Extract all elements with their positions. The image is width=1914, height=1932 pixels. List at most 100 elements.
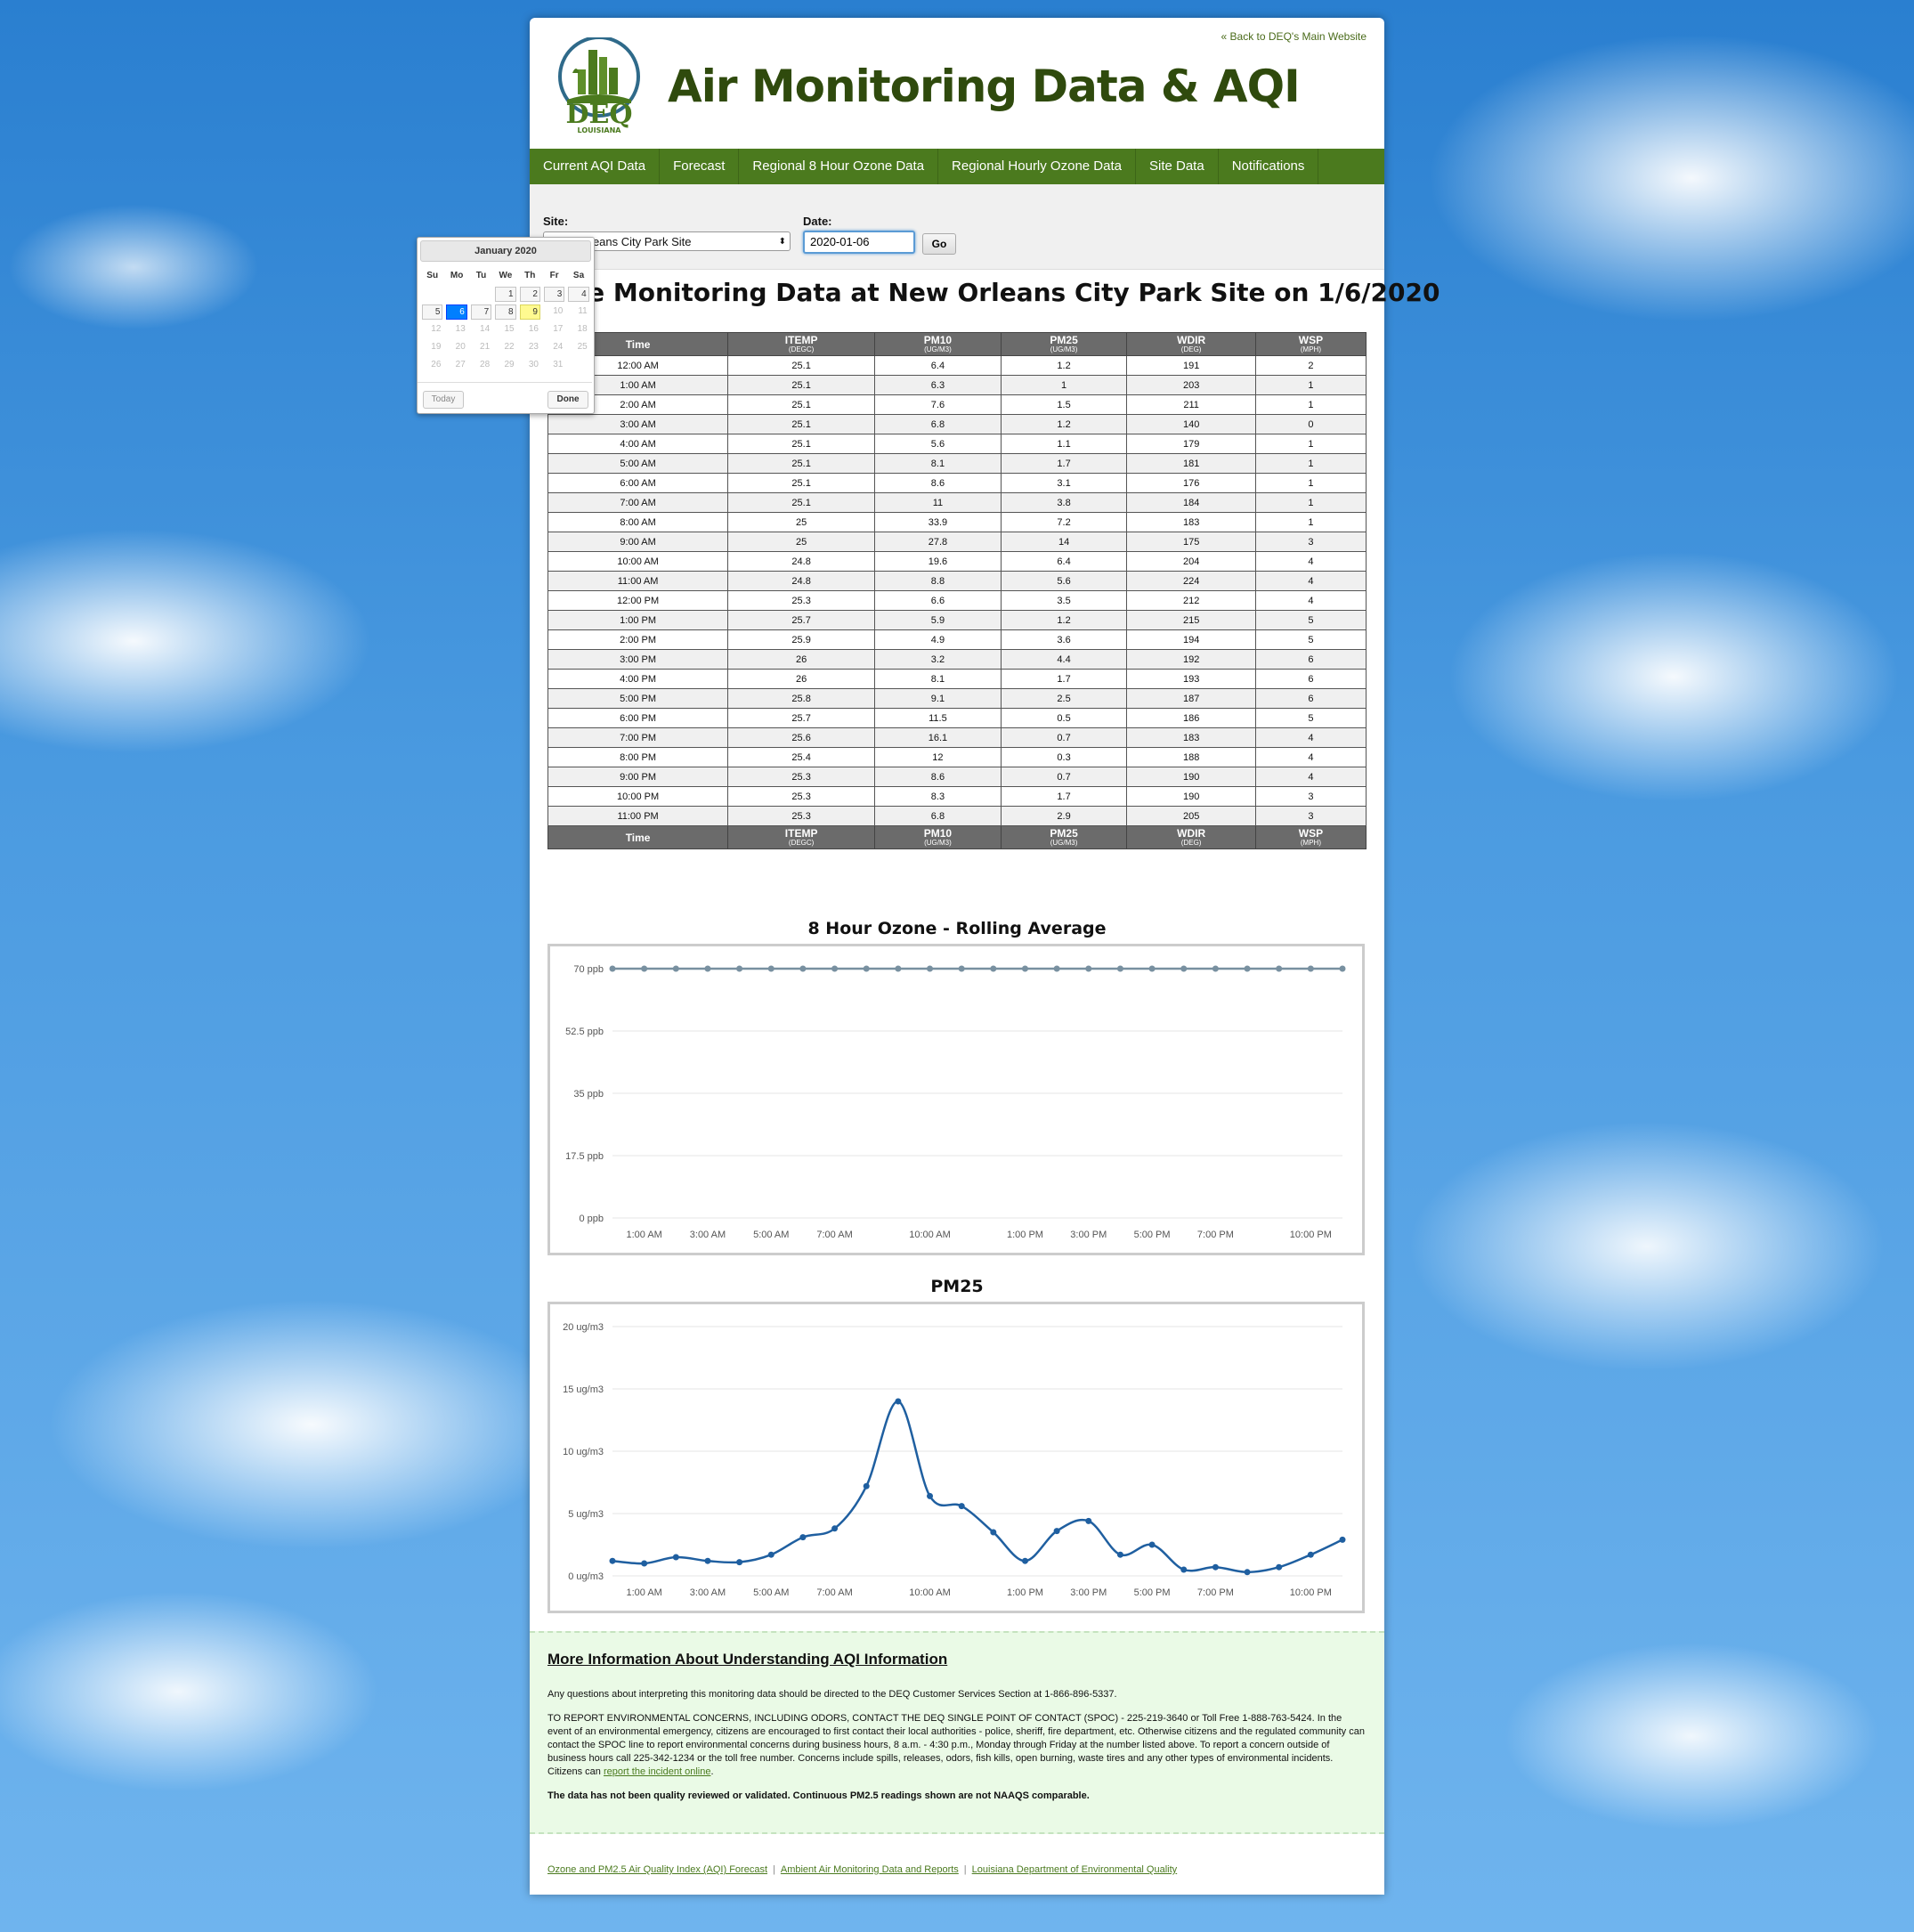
ozone-y-tick-label: 70 ppb xyxy=(573,964,604,975)
ozone-data-point xyxy=(831,965,839,972)
info-section: More Information About Understanding AQI… xyxy=(530,1631,1384,1834)
go-button[interactable]: Go xyxy=(922,233,956,255)
ozone-data-point xyxy=(1212,965,1219,972)
back-to-main-link[interactable]: « Back to DEQ's Main Website xyxy=(1221,30,1367,43)
pm25-data-point xyxy=(767,1551,775,1558)
pm25-x-tick-label: 3:00 PM xyxy=(1070,1587,1107,1598)
pm25-chart-title: PM25 xyxy=(930,1277,984,1296)
table-cell: 5 xyxy=(1254,610,1367,630)
table-cell: 25.1 xyxy=(727,473,876,493)
table-cell: 3.5 xyxy=(1000,590,1128,611)
table-row: 12:00 PM 25.3 6.6 3.5 212 4 xyxy=(547,590,1367,611)
datepicker-day: 26 xyxy=(420,357,444,375)
datepicker-day-label: 15 xyxy=(504,324,515,334)
nav-forecast[interactable]: Forecast xyxy=(660,149,740,184)
datepicker-week: 12 13 14 15 16 17 18 xyxy=(420,321,591,339)
info-heading[interactable]: More Information About Understanding AQI… xyxy=(547,1651,1367,1668)
table-cell: 4 xyxy=(1254,747,1367,767)
nav-site-data[interactable]: Site Data xyxy=(1136,149,1219,184)
footer-link-ldeq[interactable]: Louisiana Department of Environmental Qu… xyxy=(972,1864,1178,1875)
ozone-data-point xyxy=(1276,965,1283,972)
datepicker-empty xyxy=(420,286,444,304)
nav-regional-8hr-ozone[interactable]: Regional 8 Hour Ozone Data xyxy=(739,149,939,184)
datepicker-day: 23 xyxy=(518,339,542,357)
datepicker-day[interactable]: 6 xyxy=(444,304,468,321)
nav-regional-hourly-ozone[interactable]: Regional Hourly Ozone Data xyxy=(938,149,1136,184)
datepicker-day-label: 11 xyxy=(578,306,588,316)
table-cell: 204 xyxy=(1126,551,1256,572)
table-row: 4:00 PM 26 8.1 1.7 193 6 xyxy=(547,669,1367,689)
main-nav: Current AQI Data Forecast Regional 8 Hou… xyxy=(530,149,1384,184)
column-header-pm25: PM25 (UG/M3) xyxy=(1000,332,1128,356)
datepicker-day-label: 9 xyxy=(519,304,540,320)
datepicker-day-label: 25 xyxy=(577,342,588,352)
pm25-data-point xyxy=(958,1503,965,1510)
table-cell: 224 xyxy=(1126,571,1256,591)
table-cell: 11.5 xyxy=(874,708,1002,728)
table-row: 12:00 AM 25.1 6.4 1.2 191 2 xyxy=(547,355,1367,376)
pm25-x-tick-label: 10:00 PM xyxy=(1290,1587,1332,1598)
ozone-data-point xyxy=(799,965,807,972)
table-cell: 3.2 xyxy=(874,649,1002,670)
datepicker-dow: Fr xyxy=(549,271,559,280)
pm25-x-tick-label: 1:00 PM xyxy=(1007,1587,1043,1598)
table-cell: 26 xyxy=(727,649,876,670)
datepicker-dow-row: Su Mo Tu We Th Fr Sa xyxy=(420,268,591,286)
table-cell: 183 xyxy=(1126,512,1256,532)
table-row: 2:00 AM 25.1 7.6 1.5 211 1 xyxy=(547,394,1367,415)
table-cell: 5:00 AM xyxy=(547,453,729,474)
info-disclaimer: The data has not been quality reviewed o… xyxy=(547,1790,1090,1801)
column-header-itemp: ITEMP (DEGC) xyxy=(727,332,876,356)
datepicker-day[interactable]: 5 xyxy=(420,304,444,321)
table-cell: 2:00 PM xyxy=(547,629,729,650)
date-input[interactable]: 2020-01-06 xyxy=(803,231,915,254)
table-cell: 140 xyxy=(1126,414,1256,434)
datepicker-day: 24 xyxy=(542,339,566,357)
pm25-data-point xyxy=(704,1557,711,1564)
column-name: PM25 xyxy=(1050,827,1078,840)
datepicker-day[interactable]: 7 xyxy=(469,304,493,321)
table-cell: 5.6 xyxy=(874,434,1002,454)
table-cell: 9:00 PM xyxy=(547,767,729,787)
nav-notifications[interactable]: Notifications xyxy=(1219,149,1319,184)
datepicker-day[interactable]: 4 xyxy=(566,286,590,304)
table-cell: 0.3 xyxy=(1000,747,1128,767)
table-cell: 1.2 xyxy=(1000,414,1128,434)
datepicker-today-button[interactable]: Today xyxy=(423,391,464,409)
deq-logo[interactable]: DEQ LOUISIANA xyxy=(555,36,644,135)
datepicker-month-title: January 2020 xyxy=(420,240,591,262)
pm25-data-point xyxy=(609,1557,616,1564)
table-row: 7:00 PM 25.6 16.1 0.7 183 4 xyxy=(547,727,1367,748)
table-cell: 211 xyxy=(1126,394,1256,415)
table-row: 8:00 PM 25.4 12 0.3 188 4 xyxy=(547,747,1367,767)
table-header-row: Time ITEMP (DEGC) PM10 (UG/M3) PM25 (UG/M3) WDI… xyxy=(547,332,1367,356)
table-cell: 0 xyxy=(1254,414,1367,434)
table-cell: 25 xyxy=(727,512,876,532)
table-cell: 25.3 xyxy=(727,767,876,787)
table-cell: 5:00 PM xyxy=(547,688,729,709)
datepicker-day[interactable]: 9 xyxy=(518,304,542,321)
footer-link-ambient[interactable]: Ambient Air Monitoring Data and Reports xyxy=(781,1864,959,1875)
table-footer-row: Time ITEMP (DEGC) PM10 (UG/M3) PM25 (UG/M3) WDI… xyxy=(547,825,1367,849)
table-cell: 1 xyxy=(1254,375,1367,395)
table-cell: 24.8 xyxy=(727,571,876,591)
datepicker-day[interactable]: 3 xyxy=(542,286,566,304)
report-incident-link[interactable]: report the incident online xyxy=(604,1766,710,1777)
column-header-wdir: WDIR (DEG) xyxy=(1126,332,1256,356)
datepicker-day-label: 4 xyxy=(568,287,589,302)
table-cell: 25.1 xyxy=(727,375,876,395)
table-cell: 25.3 xyxy=(727,806,876,826)
datepicker-day[interactable]: 1 xyxy=(493,286,517,304)
column-name: ITEMP xyxy=(784,827,818,840)
datepicker-day[interactable]: 8 xyxy=(493,304,517,321)
table-cell: 7:00 AM xyxy=(547,492,729,513)
footer-link-forecast[interactable]: Ozone and PM2.5 Air Quality Index (AQI) … xyxy=(547,1864,767,1875)
table-cell: 25.3 xyxy=(727,786,876,807)
datepicker-day[interactable]: 2 xyxy=(518,286,542,304)
nav-current-aqi[interactable]: Current AQI Data xyxy=(530,149,661,184)
column-unit: (UG/M3) xyxy=(924,345,952,353)
ozone-data-point xyxy=(1148,965,1156,972)
table-cell: 25.8 xyxy=(727,688,876,709)
datepicker-done-button[interactable]: Done xyxy=(547,391,588,409)
table-cell: 4 xyxy=(1254,551,1367,572)
